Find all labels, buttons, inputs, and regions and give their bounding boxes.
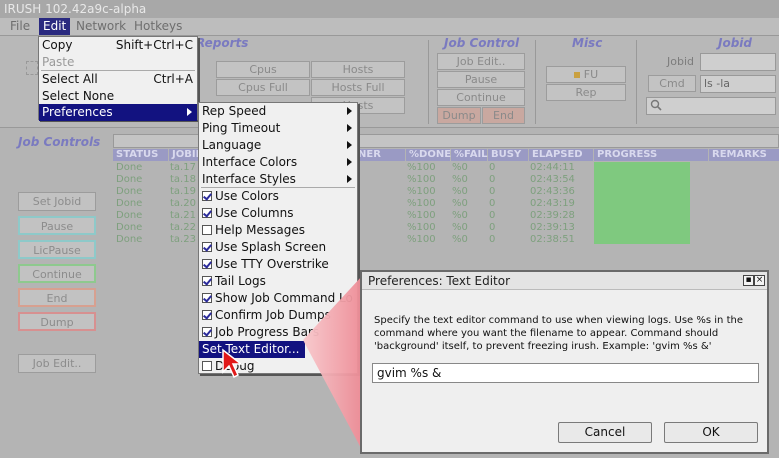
dialog-description: Specify the text editor command to use w… — [374, 315, 743, 352]
dialog-title: Preferences: Text Editor ▪ × — [362, 272, 767, 290]
dialog-title-text: Preferences: Text Editor — [368, 274, 511, 288]
close-icon[interactable]: × — [754, 275, 765, 286]
minimize-icon[interactable]: ▪ — [743, 275, 754, 286]
text-editor-dialog: Preferences: Text Editor ▪ × Specify the… — [360, 270, 769, 454]
mouse-cursor-icon — [222, 348, 244, 379]
text-editor-input[interactable]: gvim %s & — [372, 363, 759, 383]
ok-button[interactable]: OK — [664, 422, 758, 443]
cancel-button[interactable]: Cancel — [558, 422, 652, 443]
